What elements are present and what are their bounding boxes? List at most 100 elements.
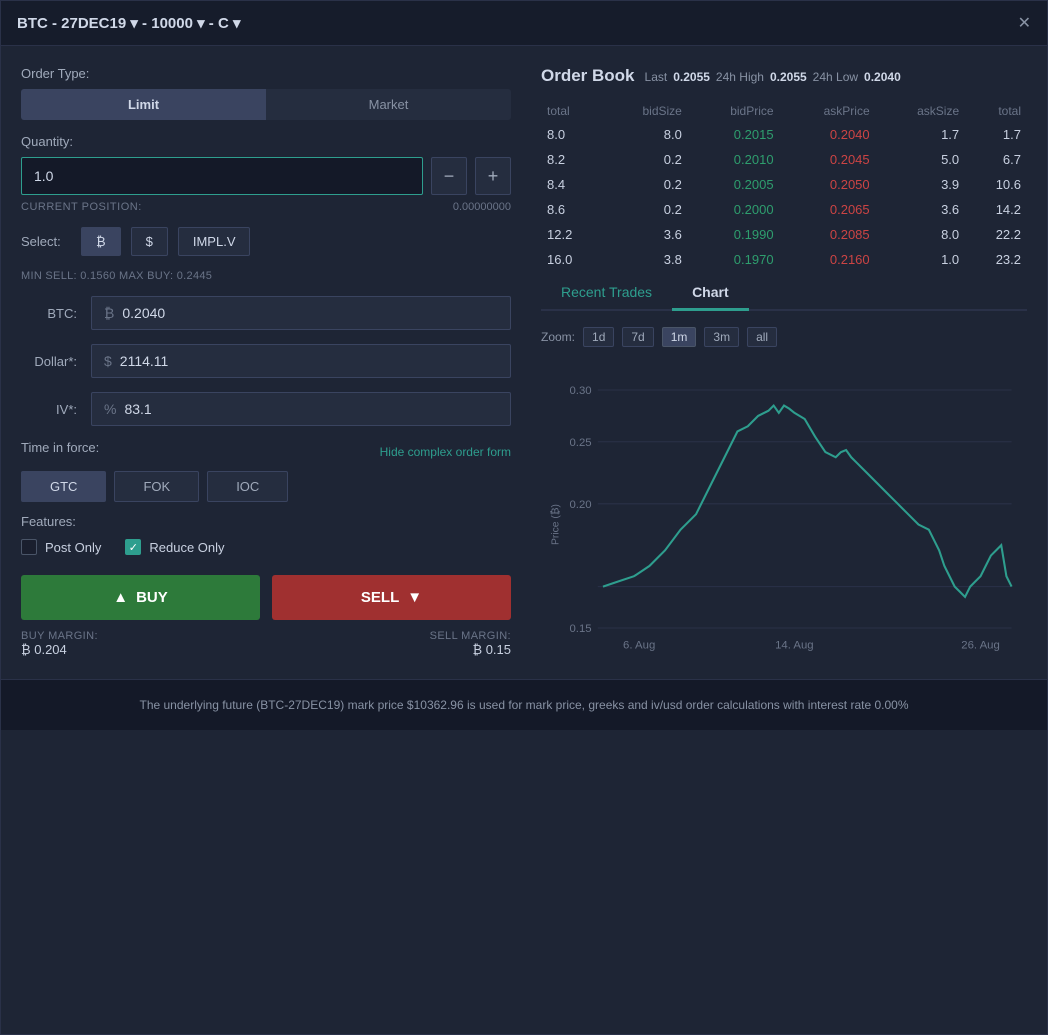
ask-price-cell: 0.2085 <box>780 222 876 247</box>
bid-size-cell: 3.6 <box>603 222 688 247</box>
quantity-increment[interactable]: + <box>475 157 511 195</box>
table-row: 8.2 0.2 0.2010 0.2045 5.0 6.7 <box>541 147 1027 172</box>
sell-margin-value: ₿ 0.15 <box>472 642 511 657</box>
orderbook-header: Order Book Last 0.2055 24h High 0.2055 2… <box>541 66 1027 86</box>
current-position-row: CURRENT POSITION: 0.00000000 <box>21 201 511 213</box>
select-implv[interactable]: IMPL.V <box>178 227 251 256</box>
zoom-7d[interactable]: 7d <box>622 327 653 347</box>
window-title: BTC - 27DEC19 ▾ - 10000 ▾ - C ▾ <box>17 14 241 32</box>
tif-gtc[interactable]: GTC <box>21 471 106 502</box>
total-ask-cell: 6.7 <box>965 147 1027 172</box>
post-only-label: Post Only <box>45 540 101 555</box>
iv-price-input[interactable]: % 83.1 <box>91 392 511 426</box>
tif-header: Time in force: Hide complex order form <box>21 440 511 463</box>
ask-size-cell: 3.9 <box>876 172 966 197</box>
dollar-price-field: Dollar*: $ 2114.11 <box>21 344 511 378</box>
table-row: 8.6 0.2 0.2000 0.2065 3.6 14.2 <box>541 197 1027 222</box>
zoom-1m[interactable]: 1m <box>662 327 697 347</box>
ask-price-cell: 0.2040 <box>780 122 876 147</box>
order-type-group: Limit Market <box>21 89 511 120</box>
trading-window: BTC - 27DEC19 ▾ - 10000 ▾ - C ▾ ✕ Order … <box>0 0 1048 1035</box>
ask-size-cell: 1.7 <box>876 122 966 147</box>
tif-label: Time in force: <box>21 440 99 455</box>
table-row: 16.0 3.8 0.1970 0.2160 1.0 23.2 <box>541 247 1027 272</box>
order-type-market[interactable]: Market <box>266 89 511 120</box>
orderbook-stats: Last 0.2055 24h High 0.2055 24h Low 0.20… <box>645 70 901 84</box>
col-ask-size: askSize <box>876 100 966 122</box>
col-bid-size: bidSize <box>603 100 688 122</box>
reduce-only-checkbox[interactable] <box>125 539 141 555</box>
svg-text:0.25: 0.25 <box>569 437 591 449</box>
tab-recent-trades[interactable]: Recent Trades <box>541 276 672 311</box>
bid-price-cell: 0.2015 <box>688 122 780 147</box>
total-ask-cell: 10.6 <box>965 172 1027 197</box>
main-content: Order Type: Limit Market Quantity: − + C… <box>1 46 1047 679</box>
iv-price-field: IV*: % 83.1 <box>21 392 511 426</box>
zoom-all[interactable]: all <box>747 327 777 347</box>
dollar-price-label: Dollar*: <box>21 354 91 369</box>
sell-button[interactable]: SELL ▼ <box>272 575 511 620</box>
svg-text:0.15: 0.15 <box>569 623 591 635</box>
select-btc[interactable]: ₿ <box>81 227 121 256</box>
buy-icon: ▲ <box>113 589 128 606</box>
svg-text:0.20: 0.20 <box>569 499 591 511</box>
svg-text:0.30: 0.30 <box>569 385 591 397</box>
buy-label: BUY <box>136 589 168 606</box>
bid-price-cell: 0.2005 <box>688 172 780 197</box>
dollar-price-input[interactable]: $ 2114.11 <box>91 344 511 378</box>
right-panel: Order Book Last 0.2055 24h High 0.2055 2… <box>541 66 1027 659</box>
current-position-value: 0.00000000 <box>453 201 511 213</box>
select-row: Select: ₿ $ IMPL.V <box>21 227 511 256</box>
margin-row: BUY MARGIN: ₿ 0.204 SELL MARGIN: ₿ 0.15 <box>21 630 511 657</box>
buy-margin-value: ₿ 0.204 <box>21 642 98 657</box>
quantity-row: − + <box>21 157 511 195</box>
zoom-1d[interactable]: 1d <box>583 327 614 347</box>
reduce-only-label: Reduce Only <box>149 540 224 555</box>
sell-icon: ▼ <box>407 589 422 606</box>
post-only-checkbox[interactable] <box>21 539 37 555</box>
ask-size-cell: 5.0 <box>876 147 966 172</box>
ask-size-cell: 3.6 <box>876 197 966 222</box>
order-type-limit[interactable]: Limit <box>21 89 266 120</box>
dollar-icon: $ <box>104 353 112 369</box>
btc-price-value: 0.2040 <box>122 305 165 321</box>
orderbook-table: total bidSize bidPrice askPrice askSize … <box>541 100 1027 272</box>
tif-ioc[interactable]: IOC <box>207 471 288 502</box>
tab-chart[interactable]: Chart <box>672 276 749 311</box>
order-type-label: Order Type: <box>21 66 511 81</box>
svg-text:6. Aug: 6. Aug <box>623 640 655 652</box>
btc-icon: ₿ <box>104 305 114 321</box>
total-bid-cell: 8.2 <box>541 147 603 172</box>
reduce-only-item: Reduce Only <box>125 539 224 555</box>
close-button[interactable]: ✕ <box>1018 13 1031 33</box>
title-bar: BTC - 27DEC19 ▾ - 10000 ▾ - C ▾ ✕ <box>1 1 1047 46</box>
bid-size-cell: 0.2 <box>603 147 688 172</box>
sell-margin: SELL MARGIN: ₿ 0.15 <box>430 630 511 657</box>
btc-price-label: BTC: <box>21 306 91 321</box>
orderbook-title: Order Book <box>541 66 635 86</box>
zoom-3m[interactable]: 3m <box>704 327 739 347</box>
chart-tab-row: Recent Trades Chart <box>541 276 1027 311</box>
hide-complex-link[interactable]: Hide complex order form <box>380 445 511 459</box>
dollar-price-value: 2114.11 <box>120 353 169 369</box>
total-bid-cell: 12.2 <box>541 222 603 247</box>
sell-margin-label: SELL MARGIN: <box>430 630 511 642</box>
total-bid-cell: 8.6 <box>541 197 603 222</box>
order-type-section: Order Type: Limit Market <box>21 66 511 120</box>
bid-size-cell: 3.8 <box>603 247 688 272</box>
price-chart: 0.30 0.25 0.20 0.15 Price (₿) 6. Aug 14.… <box>541 359 1027 659</box>
bid-size-cell: 8.0 <box>603 122 688 147</box>
buy-button[interactable]: ▲ BUY <box>21 575 260 620</box>
high-label: 24h High <box>716 70 764 84</box>
quantity-decrement[interactable]: − <box>431 157 467 195</box>
select-usd[interactable]: $ <box>131 227 168 256</box>
iv-price-value: 83.1 <box>124 401 151 417</box>
quantity-input[interactable] <box>21 157 423 195</box>
ask-size-cell: 1.0 <box>876 247 966 272</box>
btc-price-input[interactable]: ₿ 0.2040 <box>91 296 511 330</box>
low-label: 24h Low <box>813 70 858 84</box>
tif-fok[interactable]: FOK <box>114 471 199 502</box>
bid-price-cell: 0.2010 <box>688 147 780 172</box>
bid-price-cell: 0.2000 <box>688 197 780 222</box>
trade-buttons: ▲ BUY SELL ▼ <box>21 575 511 620</box>
